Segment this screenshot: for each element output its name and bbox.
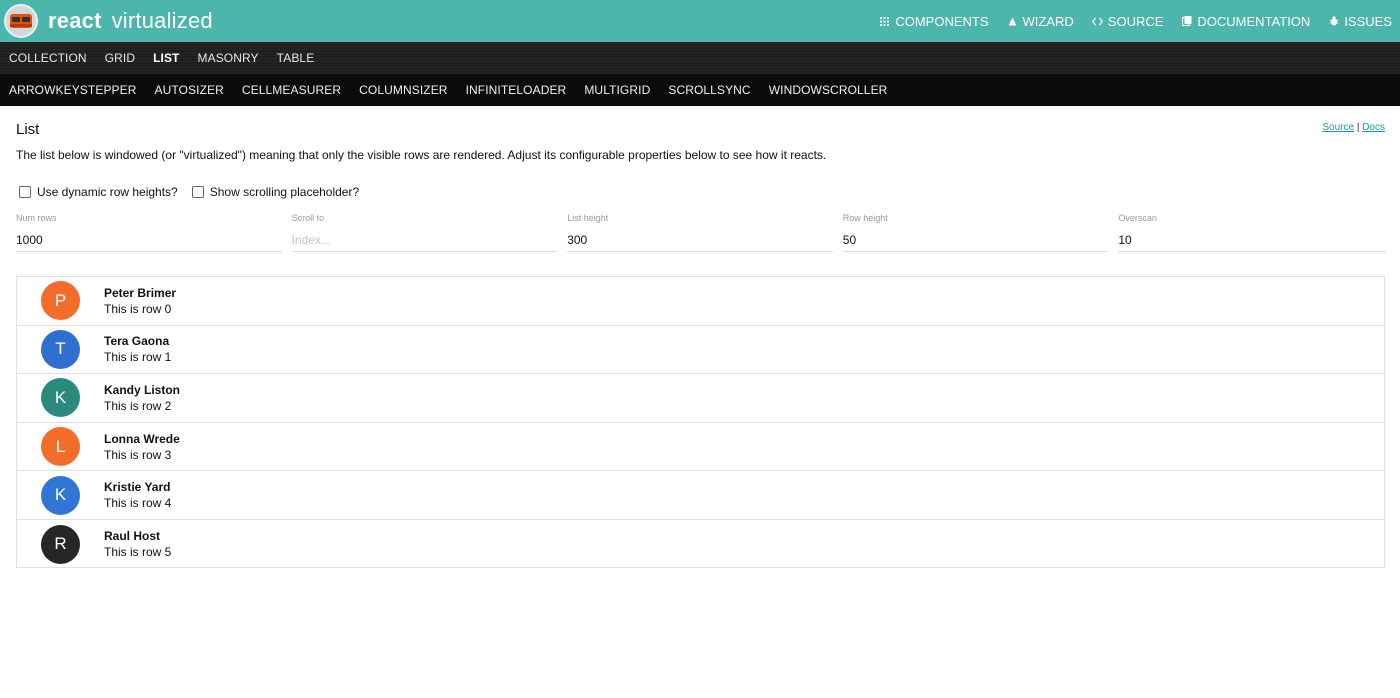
nav-issues-label: ISSUES bbox=[1344, 13, 1392, 29]
tab-grid[interactable]: GRID bbox=[105, 51, 135, 65]
avatar: L bbox=[41, 427, 80, 467]
tab-windowscroller[interactable]: WINDOWSCROLLER bbox=[769, 83, 888, 97]
dynamic-heights-option[interactable]: Use dynamic row heights? bbox=[19, 185, 178, 199]
row-text: Lonna Wrede This is row 3 bbox=[104, 431, 180, 463]
row-text: Kristie Yard This is row 4 bbox=[104, 479, 171, 511]
brand-virtualized: virtualized bbox=[111, 8, 213, 33]
dynamic-heights-label: Use dynamic row heights? bbox=[37, 185, 178, 199]
top-nav: COMPONENTS WIZARD SOURCE DOCUMENTATION I… bbox=[861, 0, 1400, 42]
avatar: P bbox=[41, 281, 80, 321]
tab-table[interactable]: TABLE bbox=[277, 51, 315, 65]
list-item[interactable]: T Tera Gaona This is row 1 bbox=[17, 326, 1384, 375]
link-separator: | bbox=[1356, 122, 1360, 133]
app-header: react virtualized COMPONENTS WIZARD SOUR… bbox=[0, 0, 1400, 42]
overscan-input[interactable]: 10 bbox=[1118, 231, 1386, 252]
row-name: Lonna Wrede bbox=[104, 431, 180, 446]
components-nav: COLLECTION GRID LIST MASONRY TABLE bbox=[0, 42, 1400, 74]
row-name: Peter Brimer bbox=[104, 285, 177, 300]
row-text: Kandy Liston This is row 2 bbox=[104, 382, 180, 414]
row-height-input[interactable]: 50 bbox=[842, 231, 1109, 252]
num-rows-label: Num rows bbox=[16, 213, 57, 223]
grid-icon bbox=[879, 16, 890, 27]
list-item[interactable]: P Peter Brimer This is row 0 bbox=[17, 277, 1384, 326]
avatar: K bbox=[41, 378, 80, 418]
brand-react: react bbox=[48, 8, 102, 33]
virtualized-list[interactable]: P Peter Brimer This is row 0 T Tera Gaon… bbox=[16, 276, 1385, 568]
tab-cellmeasurer[interactable]: CELLMEASURER bbox=[242, 83, 341, 97]
page-title: List bbox=[16, 121, 40, 138]
tab-masonry[interactable]: MASONRY bbox=[198, 51, 259, 65]
list-height-field: List height 300 bbox=[567, 213, 833, 252]
main-content: List Source | Docs The list below is win… bbox=[16, 106, 1386, 252]
avatar: T bbox=[41, 329, 80, 369]
nav-documentation-label: DOCUMENTATION bbox=[1197, 13, 1311, 29]
row-text: Peter Brimer This is row 0 bbox=[104, 285, 176, 317]
logo-icon bbox=[4, 4, 38, 38]
avatar: R bbox=[41, 524, 80, 564]
tab-scrollsync[interactable]: SCROLLSYNC bbox=[668, 83, 750, 97]
docs-link[interactable]: Docs bbox=[1362, 122, 1385, 133]
row-height-label: Row height bbox=[842, 213, 888, 223]
config-fields: Num rows 1000 Scroll to Index... List he… bbox=[16, 213, 1386, 252]
placeholder-option[interactable]: Show scrolling placeholder? bbox=[191, 185, 360, 199]
row-name: Kristie Yard bbox=[104, 480, 171, 495]
scroll-to-input[interactable]: Index... bbox=[291, 231, 558, 252]
scroll-to-field: Scroll to Index... bbox=[291, 213, 558, 252]
nav-components-label: COMPONENTS bbox=[895, 13, 989, 29]
row-name: Kandy Liston bbox=[104, 382, 181, 397]
row-name: Tera Gaona bbox=[104, 334, 170, 349]
tab-list[interactable]: LIST bbox=[153, 51, 179, 65]
row-subtitle: This is row 0 bbox=[104, 301, 172, 316]
row-name: Raul Host bbox=[104, 529, 161, 544]
row-subtitle: This is row 5 bbox=[104, 545, 172, 560]
nav-wizard-label: WIZARD bbox=[1022, 13, 1074, 29]
tab-collection[interactable]: COLLECTION bbox=[9, 51, 87, 65]
list-item[interactable]: L Lonna Wrede This is row 3 bbox=[17, 423, 1384, 472]
tab-autosizer[interactable]: AUTOSIZER bbox=[155, 83, 224, 97]
row-height-field: Row height 50 bbox=[842, 213, 1109, 252]
num-rows-field: Num rows 1000 bbox=[16, 213, 282, 252]
nav-source[interactable]: SOURCE bbox=[1091, 13, 1164, 29]
dynamic-heights-checkbox[interactable] bbox=[19, 186, 31, 198]
row-subtitle: This is row 2 bbox=[104, 398, 172, 413]
source-links: Source | Docs bbox=[1322, 122, 1385, 133]
overscan-label: Overscan bbox=[1118, 213, 1157, 223]
row-subtitle: This is row 4 bbox=[104, 496, 172, 511]
row-subtitle: This is row 3 bbox=[104, 447, 172, 462]
tab-arrowkeystepper[interactable]: ARROWKEYSTEPPER bbox=[9, 83, 137, 97]
overscan-field: Overscan 10 bbox=[1118, 213, 1386, 252]
list-item[interactable]: R Raul Host This is row 5 bbox=[17, 520, 1384, 567]
list-item[interactable]: K Kandy Liston This is row 2 bbox=[17, 374, 1384, 423]
nav-components[interactable]: COMPONENTS bbox=[879, 13, 989, 29]
list-height-label: List height bbox=[567, 213, 609, 223]
tab-multigrid[interactable]: MULTIGRID bbox=[584, 83, 650, 97]
nav-source-label: SOURCE bbox=[1107, 13, 1164, 29]
nav-documentation[interactable]: DOCUMENTATION bbox=[1181, 14, 1310, 29]
row-subtitle: This is row 1 bbox=[104, 350, 172, 365]
hoc-nav: ARROWKEYSTEPPER AUTOSIZER CELLMEASURER C… bbox=[0, 74, 1400, 106]
list-item[interactable]: K Kristie Yard This is row 4 bbox=[17, 471, 1384, 520]
tab-columnsizer[interactable]: COLUMNSIZER bbox=[359, 83, 447, 97]
placeholder-label: Show scrolling placeholder? bbox=[209, 185, 360, 199]
triangle-icon bbox=[1007, 16, 1018, 27]
book-icon bbox=[1181, 16, 1192, 27]
avatar: K bbox=[41, 475, 80, 515]
brand[interactable]: react virtualized bbox=[0, 0, 213, 42]
code-icon bbox=[1091, 16, 1103, 27]
bug-icon bbox=[1328, 16, 1339, 27]
nav-wizard[interactable]: WIZARD bbox=[1007, 14, 1074, 29]
row-text: Tera Gaona This is row 1 bbox=[104, 333, 171, 365]
source-link[interactable]: Source bbox=[1322, 122, 1354, 133]
title-row: List Source | Docs bbox=[16, 106, 1386, 152]
nav-issues[interactable]: ISSUES bbox=[1328, 14, 1392, 29]
list-height-input[interactable]: 300 bbox=[567, 231, 833, 252]
scroll-to-label: Scroll to bbox=[291, 213, 325, 223]
row-text: Raul Host This is row 5 bbox=[104, 528, 171, 560]
placeholder-checkbox[interactable] bbox=[191, 186, 204, 198]
num-rows-input[interactable]: 1000 bbox=[16, 231, 282, 252]
options: Use dynamic row heights? Show scrolling … bbox=[19, 183, 1386, 201]
tab-infiniteloader[interactable]: INFINITELOADER bbox=[466, 83, 567, 97]
